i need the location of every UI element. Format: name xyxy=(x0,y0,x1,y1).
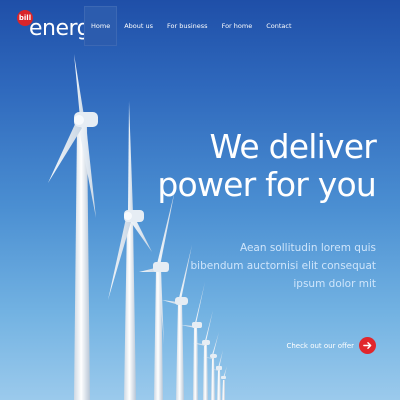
check-offer-label: Check out our offer xyxy=(286,341,354,350)
hero-title: We deliver power for you xyxy=(157,128,376,204)
check-offer-link[interactable]: Check out our offer xyxy=(286,337,376,354)
nav-item-home[interactable]: Home xyxy=(84,6,118,46)
main-nav: Home About us For business For home Cont… xyxy=(84,6,299,46)
nav-item-for-home[interactable]: For home xyxy=(215,6,260,46)
turbine-3 xyxy=(139,190,175,400)
logo-badge: bill xyxy=(17,10,33,26)
arrow-right-icon[interactable] xyxy=(359,337,376,354)
site-header: bill energy Home About us For business F… xyxy=(0,0,400,50)
turbine-9 xyxy=(221,366,227,400)
hero-subtitle-line-3: ipsum dolor mit xyxy=(293,278,376,290)
hero-title-line-2: power for you xyxy=(157,165,376,204)
nav-item-for-business[interactable]: For business xyxy=(160,6,215,46)
nav-item-contact[interactable]: Contact xyxy=(259,6,298,46)
turbine-2 xyxy=(108,101,152,400)
hero-title-line-1: We deliver xyxy=(209,127,377,166)
landing-page: bill energy Home About us For business F… xyxy=(0,0,400,400)
turbine-1 xyxy=(48,54,98,400)
hero-subtitle-line-2: bibendum auctornisi elit consequat xyxy=(190,260,376,272)
nav-item-about-us[interactable]: About us xyxy=(117,6,160,46)
hero-subtitle-line-1: Aean sollitudin lorem quis xyxy=(239,242,376,254)
hero-subtitle: Aean sollitudin lorem quis bibendum auct… xyxy=(191,239,376,293)
